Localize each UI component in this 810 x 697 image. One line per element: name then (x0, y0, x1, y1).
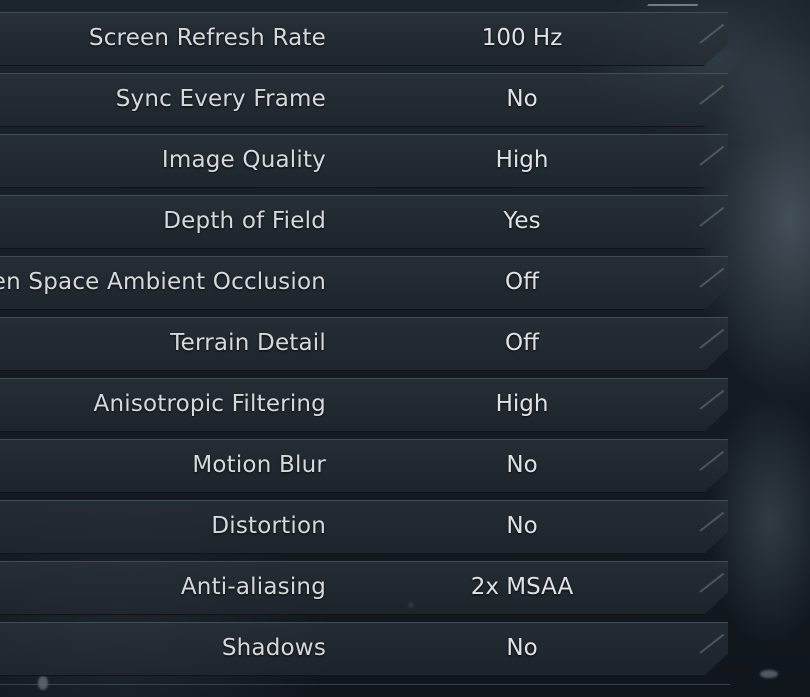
setting-value-selector[interactable]: 2x MSAA (418, 574, 626, 600)
setting-value-selector[interactable]: No (418, 513, 626, 539)
setting-row-sync-every-frame[interactable]: Sync Every Frame No (0, 73, 730, 127)
setting-label: Distortion (211, 513, 326, 539)
setting-value-selector[interactable]: Off (418, 330, 626, 356)
setting-value-selector[interactable]: High (418, 147, 626, 173)
setting-value-selector[interactable]: Yes (418, 208, 626, 234)
setting-label: Screen Refresh Rate (88, 25, 326, 51)
setting-value-selector[interactable]: Off (418, 269, 626, 295)
setting-row-terrain-detail[interactable]: Terrain Detail Off (0, 317, 730, 371)
setting-label: Sync Every Frame (115, 86, 326, 112)
setting-value-selector[interactable]: No (418, 86, 626, 112)
setting-value-selector[interactable]: High (418, 391, 626, 417)
setting-row-distortion[interactable]: Distortion No (0, 500, 730, 554)
setting-label: Shadows (221, 635, 326, 661)
setting-row-ambient-occlusion[interactable]: Screen Space Ambient Occlusion Off (0, 256, 730, 310)
setting-label: Image Quality (161, 147, 326, 173)
setting-row-anti-aliasing[interactable]: Anti-aliasing 2x MSAA (0, 561, 730, 615)
setting-label: Depth of Field (163, 208, 326, 234)
setting-label: Anisotropic Filtering (93, 391, 326, 417)
setting-label: Motion Blur (192, 452, 326, 478)
setting-row-motion-blur[interactable]: Motion Blur No (0, 439, 730, 493)
setting-label: Terrain Detail (170, 330, 326, 356)
setting-row-image-quality[interactable]: Image Quality High (0, 134, 730, 188)
setting-label: Screen Space Ambient Occlusion (0, 269, 326, 295)
setting-value-selector[interactable]: 100 Hz (418, 25, 626, 51)
top-edge-highlight (647, 0, 703, 6)
setting-row-screen-refresh-rate[interactable]: Screen Refresh Rate 100 Hz (0, 12, 730, 66)
setting-value-selector[interactable]: No (418, 452, 626, 478)
list-bottom-divider (0, 684, 730, 685)
settings-list: Screen Refresh Rate 100 Hz Sync Every Fr… (0, 12, 730, 683)
setting-value-selector[interactable]: No (418, 635, 626, 661)
setting-row-shadows[interactable]: Shadows No (0, 622, 730, 676)
snow-particle (760, 670, 778, 678)
setting-label: Anti-aliasing (180, 574, 326, 600)
setting-row-depth-of-field[interactable]: Depth of Field Yes (0, 195, 730, 249)
setting-row-anisotropic-filtering[interactable]: Anisotropic Filtering High (0, 378, 730, 432)
graphics-settings-screen: Screen Refresh Rate 100 Hz Sync Every Fr… (0, 0, 810, 697)
